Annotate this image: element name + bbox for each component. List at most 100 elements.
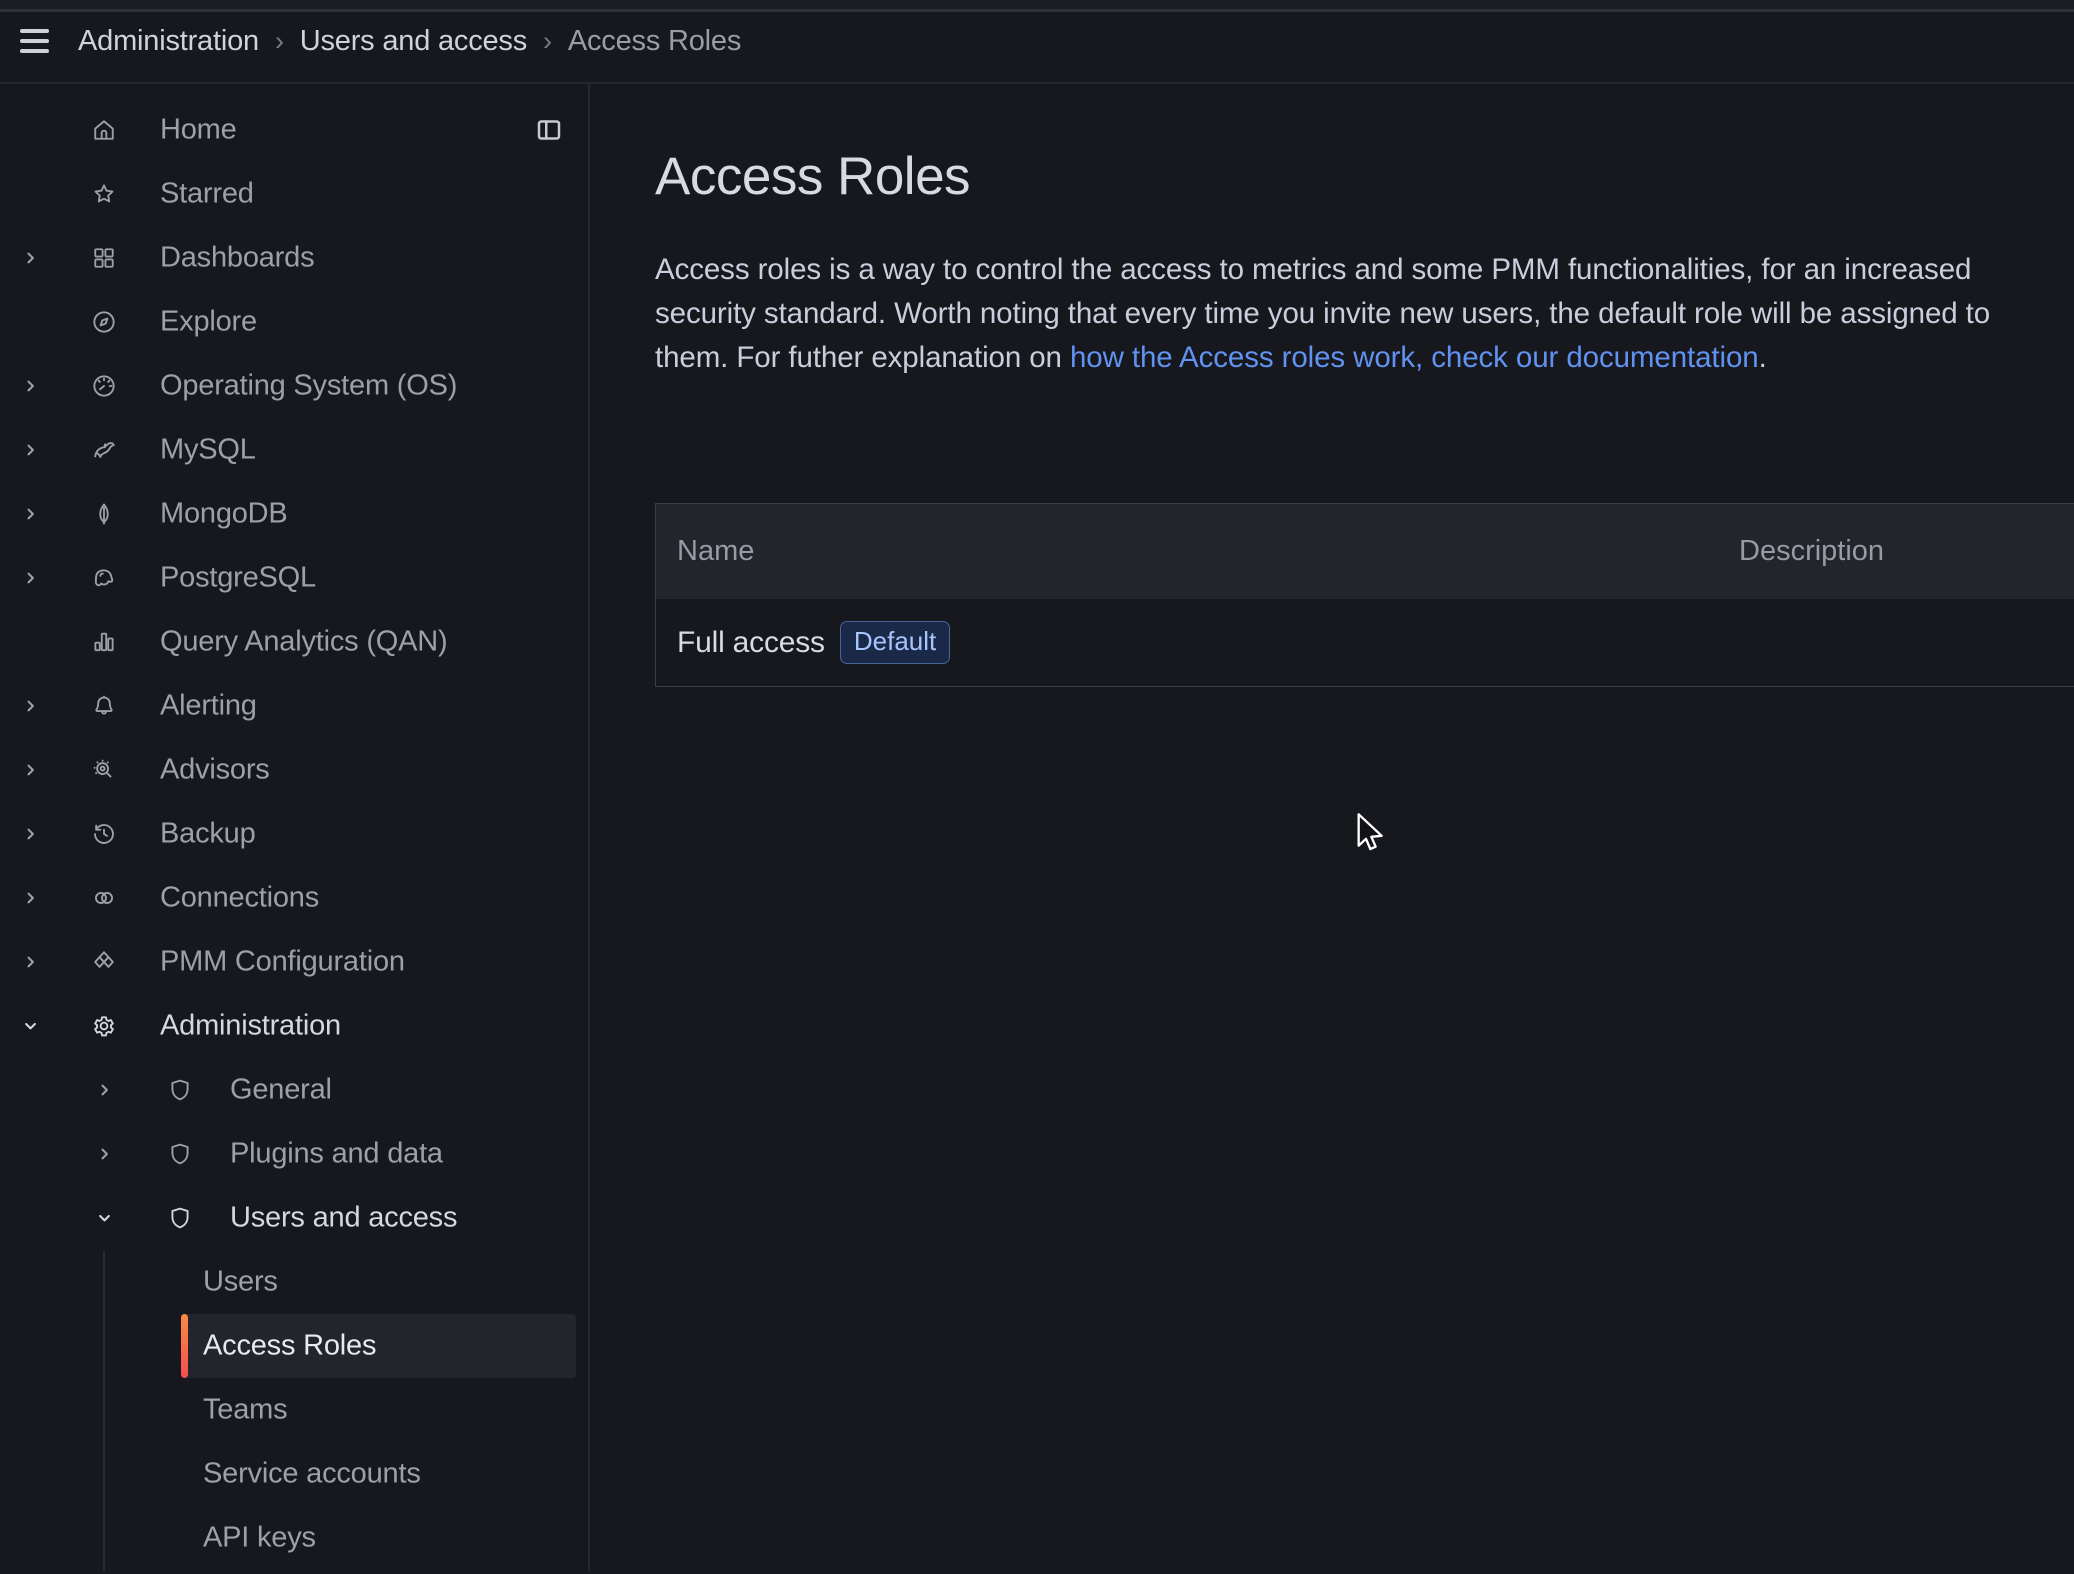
sidebar-item-mongodb[interactable]: MongoDB	[0, 482, 588, 546]
mongodb-leaf-icon	[90, 500, 118, 528]
sidebar-item-label: Administration	[160, 1010, 341, 1043]
column-header-name: Name	[656, 535, 1739, 568]
gear-icon	[90, 1012, 118, 1040]
window-top-strip	[0, 0, 2074, 12]
sidebar-item-label: MongoDB	[160, 498, 288, 531]
sidebar-item-starred[interactable]: Starred	[0, 162, 588, 226]
sidebar-item-administration[interactable]: Administration	[0, 994, 588, 1058]
breadcrumb-separator: ›	[541, 26, 554, 57]
chevron-down-icon[interactable]	[21, 1017, 40, 1036]
chevron-right-icon[interactable]	[21, 697, 40, 716]
postgresql-elephant-icon	[90, 564, 118, 592]
apps-icon	[90, 244, 118, 272]
sidebar-item-users-and-access[interactable]: Users and access	[0, 1186, 588, 1250]
documentation-link[interactable]: how the Access roles work, check our doc…	[1070, 341, 1759, 374]
sidebar-item-pmm-configuration[interactable]: PMM Configuration	[0, 930, 588, 994]
sidebar-item-users[interactable]: Users	[0, 1250, 588, 1314]
sidebar-item-label: Connections	[160, 882, 319, 915]
chevron-right-icon[interactable]	[21, 249, 40, 268]
sidebar-item-label: API keys	[203, 1522, 316, 1555]
sidebar-item-connections[interactable]: Connections	[0, 866, 588, 930]
active-indicator-bar	[181, 1314, 188, 1378]
sidebar-item-api-keys[interactable]: API keys	[0, 1506, 588, 1570]
sidebar-item-label: Access Roles	[203, 1330, 376, 1363]
sidebar-item-explore[interactable]: Explore	[0, 290, 588, 354]
sidebar-item-query-analytics-qan[interactable]: Query Analytics (QAN)	[0, 610, 588, 674]
page-description: Access roles is a way to control the acc…	[655, 248, 2067, 380]
default-badge[interactable]: Default	[840, 621, 950, 664]
sidebar-nav: Home Starred Dashboards Explore Operating Sy…	[0, 84, 590, 1571]
sidebar-item-backup[interactable]: Backup	[0, 802, 588, 866]
bell-icon	[90, 692, 118, 720]
chevron-right-icon[interactable]	[21, 569, 40, 588]
sidebar-item-label: PMM Configuration	[160, 946, 405, 979]
sidebar-item-label: Backup	[160, 818, 256, 851]
sidebar-item-label: Operating System (OS)	[160, 370, 457, 403]
sidebar-item-label: Dashboards	[160, 242, 314, 275]
breadcrumb: Administration › Users and access › Access R…	[78, 25, 741, 58]
breadcrumb-item-access-roles: Access Roles	[568, 25, 741, 58]
pmm-logo-icon	[90, 948, 118, 976]
table-header-row: Name Description	[656, 504, 2074, 599]
sidebar-item-label: Plugins and data	[230, 1138, 443, 1171]
star-icon	[90, 180, 118, 208]
sidebar-item-label: General	[230, 1074, 332, 1107]
role-name: Full access	[677, 626, 825, 660]
roles-table: Name Description Full access Default	[655, 503, 2074, 687]
sidebar-item-label: PostgreSQL	[160, 562, 316, 595]
chevron-right-icon[interactable]	[95, 1145, 114, 1164]
table-row[interactable]: Full access Default	[656, 599, 2074, 686]
sidebar-item-label: Advisors	[160, 754, 270, 787]
chevron-right-icon[interactable]	[21, 505, 40, 524]
gauge-icon	[90, 372, 118, 400]
dock-sidebar-icon[interactable]	[534, 115, 564, 145]
sidebar-item-label: Service accounts	[203, 1458, 421, 1491]
chevron-right-icon[interactable]	[21, 825, 40, 844]
main-content: Access Roles Access roles is a way to co…	[590, 84, 2074, 1571]
breadcrumb-separator: ›	[273, 26, 286, 57]
sidebar-item-plugins-and-data[interactable]: Plugins and data	[0, 1122, 588, 1186]
sidebar-item-home[interactable]: Home	[0, 98, 588, 162]
column-header-description: Description	[1739, 535, 2074, 568]
sidebar-item-operating-system-os[interactable]: Operating System (OS)	[0, 354, 588, 418]
breadcrumb-item-administration[interactable]: Administration	[78, 25, 259, 58]
sidebar-item-service-accounts[interactable]: Service accounts	[0, 1442, 588, 1506]
mouse-cursor	[1350, 810, 1390, 858]
compass-icon	[90, 308, 118, 336]
sidebar-item-general[interactable]: General	[0, 1058, 588, 1122]
sidebar-item-label: MySQL	[160, 434, 256, 467]
sidebar-item-postgresql[interactable]: PostgreSQL	[0, 546, 588, 610]
shield-icon	[166, 1076, 194, 1104]
sidebar-item-mysql[interactable]: MySQL	[0, 418, 588, 482]
sidebar-item-label: Query Analytics (QAN)	[160, 626, 448, 659]
advisor-magnifier-icon	[90, 756, 118, 784]
chevron-right-icon[interactable]	[21, 953, 40, 972]
bar-chart-icon	[90, 628, 118, 656]
sidebar-item-label: Starred	[160, 178, 254, 211]
home-icon	[90, 116, 118, 144]
shield-icon	[166, 1140, 194, 1168]
chevron-right-icon[interactable]	[21, 761, 40, 780]
sidebar-item-teams[interactable]: Teams	[0, 1378, 588, 1442]
sidebar-item-alerting[interactable]: Alerting	[0, 674, 588, 738]
chevron-down-icon[interactable]	[95, 1209, 114, 1228]
linked-circles-icon	[90, 884, 118, 912]
page-title: Access Roles	[655, 146, 2074, 208]
breadcrumb-item-users-and-access[interactable]: Users and access	[300, 25, 527, 58]
sidebar-item-label: Users	[203, 1266, 278, 1299]
description-suffix: .	[1759, 341, 1767, 374]
sidebar-item-label: Teams	[203, 1394, 287, 1427]
chevron-right-icon[interactable]	[21, 377, 40, 396]
hamburger-menu-icon[interactable]	[20, 29, 49, 53]
sidebar-item-label: Users and access	[230, 1202, 457, 1235]
topbar: Administration › Users and access › Access R…	[0, 12, 2074, 84]
chevron-right-icon[interactable]	[95, 1081, 114, 1100]
mysql-dolphin-icon	[90, 436, 118, 464]
sidebar-item-dashboards[interactable]: Dashboards	[0, 226, 588, 290]
sidebar-item-access-roles[interactable]: Access Roles	[0, 1314, 588, 1378]
chevron-right-icon[interactable]	[21, 441, 40, 460]
sidebar-item-advisors[interactable]: Advisors	[0, 738, 588, 802]
chevron-right-icon[interactable]	[21, 889, 40, 908]
sidebar-item-label: Home	[160, 114, 237, 147]
sidebar-item-label: Explore	[160, 306, 257, 339]
